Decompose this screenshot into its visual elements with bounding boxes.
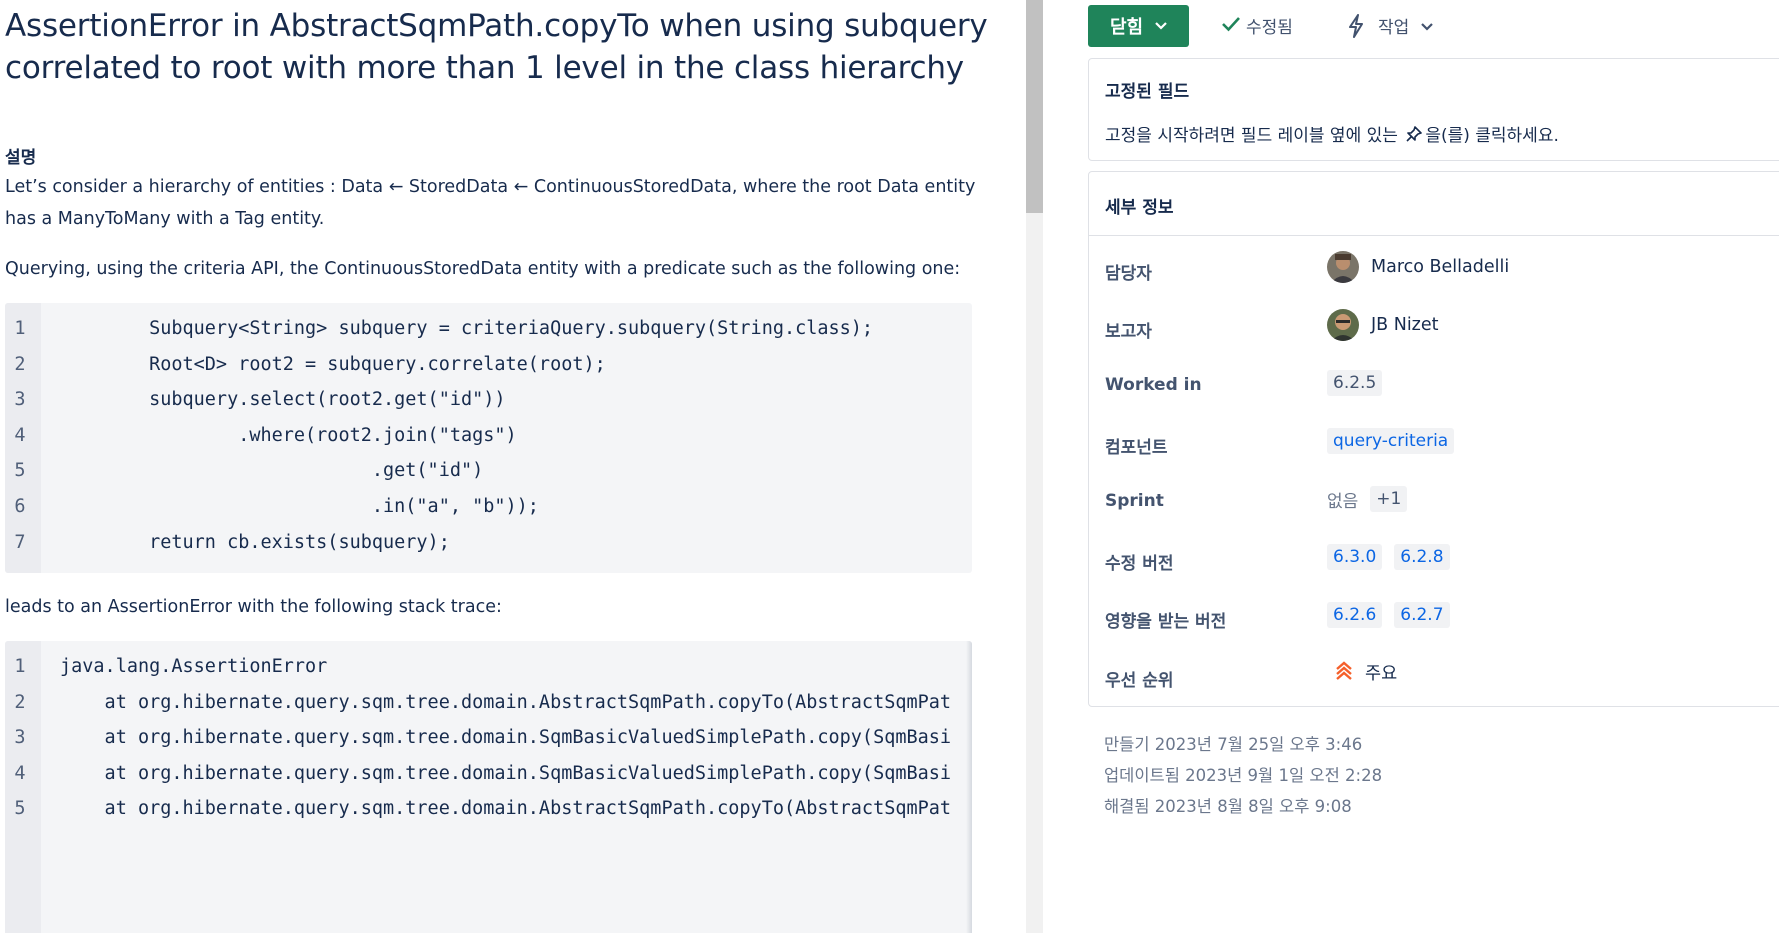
- description-paragraph: Let’s consider a hierarchy of entities :…: [5, 177, 976, 229]
- actions-label: 작업: [1378, 18, 1410, 38]
- code-text: Subquery<String> subquery = criteriaQuer…: [60, 318, 874, 339]
- created-date: 만들기 2023년 7월 25일 오후 3:46: [1104, 735, 1363, 754]
- hint-text: 을(를) 클릭하세요.: [1425, 126, 1559, 146]
- field-value-sprint[interactable]: 없음 +1: [1327, 486, 1408, 512]
- pinned-fields-title: 고정된 필드: [1105, 82, 1190, 102]
- line-number: 6: [14, 496, 26, 517]
- version-chip[interactable]: 6.2.8: [1394, 544, 1450, 570]
- description-heading: 설명: [5, 148, 37, 168]
- code-line: 2 at org.hibernate.query.sqm.tree.domain…: [5, 692, 972, 728]
- pinned-fields-hint: 고정을 시작하려면 필드 레이블 옆에 있는 을(를) 클릭하세요.: [1105, 121, 1559, 148]
- code-line: 4 at org.hibernate.query.sqm.tree.domain…: [5, 763, 972, 799]
- issue-content: AssertionError in AbstractSqmPath.copyTo…: [0, 0, 1024, 933]
- code-line: 1 java.lang.AssertionError: [5, 656, 972, 692]
- code-text: .in("a", "b"));: [60, 496, 539, 517]
- priority-major-icon: [1335, 660, 1353, 685]
- code-text: at org.hibernate.query.sqm.tree.domain.S…: [60, 727, 952, 749]
- field-label-priority: 우선 순위: [1105, 671, 1174, 691]
- description-paragraph: leads to an AssertionError with the foll…: [5, 597, 502, 617]
- code-line: 5 .get("id"): [5, 460, 972, 496]
- code-line: 1 Subquery<String> subquery = criteriaQu…: [5, 318, 972, 354]
- code-line: 5 at org.hibernate.query.sqm.tree.domain…: [5, 798, 972, 834]
- line-number: 4: [14, 762, 26, 784]
- details-panel: 세부 정보 담당자 Marco Belladelli 보고자 JB Nizet …: [1088, 171, 1779, 707]
- sprint-more-chip[interactable]: +1: [1370, 486, 1408, 512]
- code-text: subquery.select(root2.get("id")): [60, 389, 506, 411]
- field-label-assignee: 담당자: [1105, 264, 1152, 284]
- avatar: [1327, 309, 1359, 341]
- field-value-fix-versions[interactable]: 6.3.0 6.2.8: [1327, 544, 1450, 570]
- details-title[interactable]: 세부 정보: [1105, 193, 1173, 218]
- version-chip[interactable]: 6.3.0: [1327, 544, 1383, 570]
- field-value-affected-versions[interactable]: 6.2.6 6.2.7: [1327, 602, 1450, 628]
- code-text: at org.hibernate.query.sqm.tree.domain.A…: [60, 798, 952, 820]
- field-value-assignee[interactable]: Marco Belladelli: [1327, 251, 1509, 283]
- field-value-worked-in[interactable]: 6.2.5: [1327, 370, 1383, 396]
- line-number: 2: [14, 691, 26, 713]
- stack-trace-block[interactable]: 1 java.lang.AssertionError 2 at org.hibern…: [5, 641, 972, 933]
- code-line: 2 Root<D> root2 = subquery.correlate(roo…: [5, 354, 972, 390]
- field-label-fix-version: 수정 버전: [1105, 554, 1174, 574]
- hint-text: 고정을 시작하려면 필드 레이블 옆에 있는: [1105, 126, 1398, 146]
- resolution-label: 수정됨: [1246, 18, 1293, 38]
- code-text: at org.hibernate.query.sqm.tree.domain.A…: [60, 691, 952, 713]
- assignee-name: Marco Belladelli: [1371, 257, 1510, 277]
- resolved-date: 해결됨 2023년 8월 8일 오후 9:08: [1104, 797, 1352, 816]
- updated-date: 업데이트됨 2023년 9월 1일 오전 2:28: [1104, 766, 1383, 785]
- check-icon: [1221, 13, 1241, 38]
- status-button[interactable]: 닫힘: [1088, 5, 1189, 47]
- code-block[interactable]: 1 Subquery<String> subquery = criteriaQu…: [5, 303, 972, 573]
- chevron-down-icon: [1155, 19, 1167, 34]
- line-number: 3: [14, 727, 26, 749]
- line-number: 5: [14, 460, 26, 482]
- line-number: 2: [14, 353, 26, 375]
- avatar: [1327, 251, 1359, 283]
- field-label-worked-in: Worked in: [1105, 375, 1202, 395]
- scrollbar-thumb[interactable]: [1026, 0, 1043, 213]
- version-chip[interactable]: 6.2.7: [1394, 602, 1450, 628]
- code-text: Root<D> root2 = subquery.correlate(root)…: [60, 353, 606, 375]
- field-label-sprint: Sprint: [1105, 491, 1164, 511]
- code-line: 4 .where(root2.join("tags"): [5, 425, 972, 461]
- line-number: 1: [14, 318, 26, 339]
- description-paragraph: Querying, using the criteria API, the Co…: [5, 259, 961, 279]
- component-chip[interactable]: query-criteria: [1327, 428, 1455, 454]
- issue-title[interactable]: AssertionError in AbstractSqmPath.copyTo…: [5, 5, 1015, 89]
- pin-icon: [1405, 125, 1423, 148]
- field-value-priority[interactable]: 주요: [1327, 660, 1397, 685]
- line-number: 1: [14, 656, 26, 677]
- version-chip: 6.2.5: [1327, 370, 1383, 396]
- version-chip[interactable]: 6.2.6: [1327, 602, 1383, 628]
- status-label: 닫힘: [1109, 17, 1144, 38]
- field-label-affected-version: 영향을 받는 버전: [1105, 612, 1227, 632]
- sprint-none: 없음: [1327, 491, 1359, 512]
- code-line: 7 return cb.exists(subquery);: [5, 532, 972, 568]
- priority-label: 주요: [1365, 664, 1398, 684]
- issue-sidebar: 닫힘 수정됨 작업 고정된 필드 고정을 시작하려면 필드 레이블 옆에 있는 …: [1088, 0, 1779, 933]
- field-value-reporter[interactable]: JB Nizet: [1327, 309, 1439, 341]
- field-value-component[interactable]: query-criteria: [1327, 428, 1455, 454]
- line-number: 7: [14, 531, 26, 553]
- line-number: 3: [14, 389, 26, 411]
- code-text: return cb.exists(subquery);: [60, 531, 450, 553]
- code-line: 6 .in("a", "b"));: [5, 496, 972, 532]
- code-text: .get("id"): [60, 460, 484, 482]
- field-label-component: 컴포넌트: [1105, 438, 1168, 458]
- field-label-reporter: 보고자: [1105, 322, 1152, 342]
- line-number: 4: [14, 424, 26, 446]
- code-text: at org.hibernate.query.sqm.tree.domain.S…: [60, 762, 952, 784]
- reporter-name: JB Nizet: [1371, 315, 1439, 335]
- code-text: .where(root2.join("tags"): [60, 424, 517, 446]
- code-text: java.lang.AssertionError: [60, 656, 328, 677]
- line-number: 5: [14, 798, 26, 820]
- chevron-down-icon: [1421, 16, 1434, 36]
- resolution-status: 수정됨: [1221, 13, 1293, 38]
- lightning-icon: [1346, 13, 1366, 38]
- code-line: 3 subquery.select(root2.get("id")): [5, 389, 972, 425]
- pinned-fields-panel: 고정된 필드 고정을 시작하려면 필드 레이블 옆에 있는 을(를) 클릭하세요…: [1088, 58, 1779, 161]
- code-line: 3 at org.hibernate.query.sqm.tree.domain…: [5, 727, 972, 763]
- divider: [1089, 235, 1779, 236]
- actions-button[interactable]: 작업: [1346, 13, 1434, 38]
